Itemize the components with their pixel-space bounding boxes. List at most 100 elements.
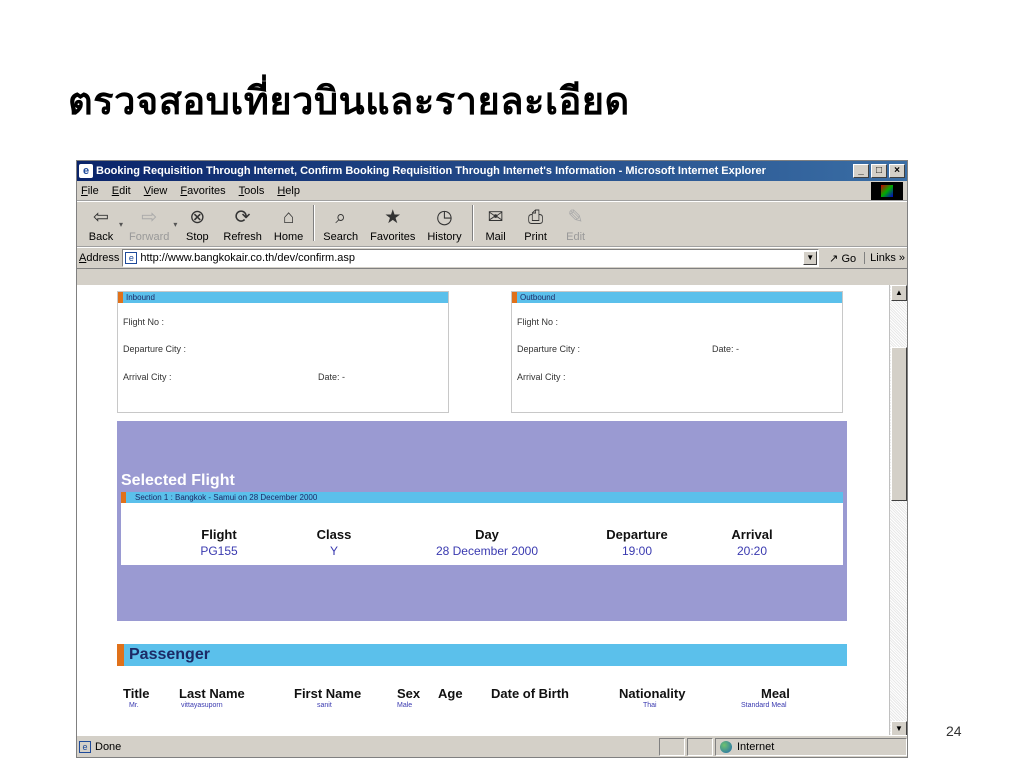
inbound-date: Date: - (318, 372, 346, 382)
status-text-area: e Done (79, 740, 659, 753)
edit-label: Edit (566, 231, 586, 243)
back-arrow-icon: ⇦ (93, 207, 109, 228)
forward-dropdown-icon[interactable]: ▾ (173, 220, 177, 229)
toolbar-separator (313, 205, 316, 241)
class-value: Y (329, 544, 338, 558)
passenger-block: Passenger Title Last Name First Name Sex… (117, 644, 847, 737)
go-button[interactable]: ↗ Go (829, 252, 856, 265)
close-button[interactable]: × (889, 164, 905, 178)
favorites-button[interactable]: ★ Favorites (366, 207, 419, 243)
flight-column-header: Flight (201, 527, 237, 542)
back-dropdown-icon[interactable]: ▾ (119, 220, 123, 229)
address-label: Address (79, 252, 120, 264)
web-page-content: Inbound Flight No : Departure City : Arr… (77, 285, 891, 737)
security-zone-label: Internet (737, 740, 775, 753)
internet-explorer-icon: e (79, 164, 93, 178)
window-title: Booking Requisition Through Internet, Co… (96, 165, 766, 177)
favorites-icon: ★ (384, 207, 402, 228)
outbound-header: Outbound (512, 292, 842, 303)
last-name-column-header: Last Name (179, 686, 245, 701)
print-label: Print (524, 231, 547, 243)
day-column-header: Day (475, 527, 499, 542)
maximize-button[interactable]: □ (871, 164, 887, 178)
menu-favorites[interactable]: Favorites (180, 185, 225, 197)
edit-icon: ✎ (567, 207, 584, 228)
date-of-birth-column-header: Date of Birth (491, 686, 569, 701)
forward-button[interactable]: ⇨ Forward (125, 207, 173, 243)
print-button[interactable]: ⎙ Print (518, 207, 554, 243)
go-arrow-icon: ↗ (829, 252, 842, 265)
slide: ตรวจสอบเที่ยวบินและรายละเอียด e Booking … (0, 0, 1024, 768)
security-zone: Internet (715, 737, 907, 756)
status-text: Done (95, 740, 122, 753)
home-button[interactable]: ⌂ Home (270, 207, 307, 243)
mail-label: Mail (485, 231, 506, 243)
title-value: Mr. (129, 702, 139, 709)
outbound-departure-city: Departure City : (517, 344, 581, 354)
scroll-up-icon[interactable]: ▲ (891, 285, 907, 301)
go-label: Go (841, 252, 857, 265)
first-name-column-header: First Name (294, 686, 362, 701)
outbound-panel: Outbound Flight No : Departure City : Da… (511, 291, 843, 413)
home-icon: ⌂ (282, 207, 295, 228)
stop-button[interactable]: ⊗ Stop (179, 207, 215, 243)
page-done-icon: e (79, 740, 91, 753)
selected-flight-section: Section 1 : Bangkok - Samui on 28 Decemb… (121, 492, 843, 503)
outbound-date: Date: - (712, 344, 740, 354)
flight-value: PG155 (200, 544, 238, 558)
mail-button[interactable]: ✉ Mail (478, 207, 514, 243)
menu-file[interactable]: File (81, 185, 99, 197)
menu-bar: File Edit View Favorites Tools Help (77, 181, 907, 201)
edit-button[interactable]: ✎ Edit (558, 207, 594, 243)
minimize-button[interactable]: _ (853, 164, 869, 178)
title-column-header: Title (123, 686, 150, 701)
slide-title: ตรวจสอบเที่ยวบินและรายละเอียด (68, 79, 630, 123)
class-column-header: Class (316, 527, 352, 542)
sex-value: Male (397, 702, 413, 709)
status-bar: e Done Internet (77, 735, 907, 757)
history-label: History (427, 231, 462, 243)
status-security-cell (687, 737, 713, 756)
menu-view[interactable]: View (144, 185, 168, 197)
last-name-value: vittayasuporn (181, 702, 223, 709)
forward-label: Forward (129, 231, 170, 243)
links-button[interactable]: Links » (864, 252, 905, 264)
status-progress-cell (659, 737, 685, 756)
back-button[interactable]: ⇦ Back (83, 207, 119, 243)
window-titlebar[interactable]: e Booking Requisition Through Internet, … (77, 161, 907, 181)
toolbar: ⇦ Back ▾ ⇨ Forward ▾ ⊗ Stop ⟳ Refresh ⌂ … (77, 201, 907, 247)
history-button[interactable]: ◷ History (423, 207, 465, 243)
favorites-label: Favorites (370, 231, 416, 243)
inbound-header: Inbound (118, 292, 448, 303)
address-dropdown-icon[interactable]: ▼ (803, 251, 818, 265)
inbound-flight-no: Flight No : (123, 317, 165, 327)
refresh-icon: ⟳ (234, 207, 251, 228)
address-input[interactable]: e http://www.bangkokair.co.th/dev/confir… (122, 249, 820, 267)
nationality-column-header: Nationality (619, 686, 686, 701)
sex-column-header: Sex (397, 686, 421, 701)
day-value: 28 December 2000 (435, 544, 539, 558)
address-url[interactable]: http://www.bangkokair.co.th/dev/confirm.… (140, 252, 803, 264)
selected-flight-title: Selected Flight (121, 472, 235, 489)
meal-value: Standard Meal (741, 702, 787, 709)
menu-edit[interactable]: Edit (112, 185, 131, 197)
browser-window: e Booking Requisition Through Internet, … (76, 160, 908, 758)
forward-arrow-icon: ⇨ (141, 207, 158, 228)
refresh-label: Refresh (223, 231, 262, 243)
menu-help[interactable]: Help (277, 185, 300, 197)
scroll-thumb[interactable] (891, 347, 907, 501)
selected-flight-table: Flight Class Day Departure Arrival PG155… (121, 503, 843, 565)
outbound-arrival-city: Arrival City : (517, 372, 566, 382)
menu-tools[interactable]: Tools (239, 185, 265, 197)
search-button[interactable]: ⌕ Search (319, 207, 362, 243)
address-bar: Address e http://www.bangkokair.co.th/de… (77, 247, 907, 269)
nationality-value: Thai (643, 702, 657, 709)
globe-icon (720, 740, 732, 753)
page-number: 24 (946, 723, 962, 739)
mail-icon: ✉ (487, 207, 504, 228)
refresh-button[interactable]: ⟳ Refresh (219, 207, 266, 243)
search-label: Search (323, 231, 359, 243)
vertical-scrollbar[interactable]: ▲ ▼ (889, 285, 907, 737)
selected-flight-block: Selected Flight Section 1 : Bangkok - Sa… (117, 421, 847, 621)
arrival-value: 20:20 (736, 544, 768, 558)
